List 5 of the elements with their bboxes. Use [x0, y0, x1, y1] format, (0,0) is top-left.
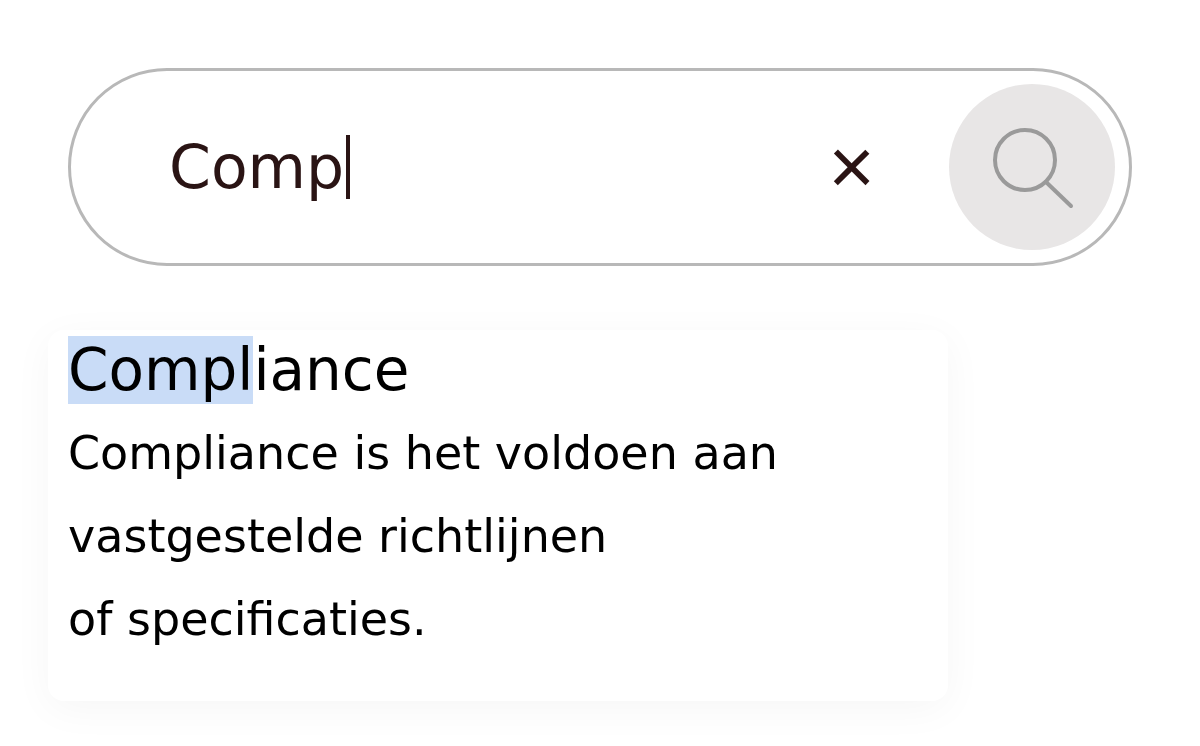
- clear-button[interactable]: ×: [824, 127, 879, 207]
- text-cursor: [346, 135, 351, 199]
- result-description: Compliance is het voldoen aan vastgestelde richtlijnen of specificaties.: [68, 425, 779, 648]
- search-field[interactable]: Comp: [169, 135, 825, 199]
- result-title[interactable]: Compliance: [68, 330, 908, 410]
